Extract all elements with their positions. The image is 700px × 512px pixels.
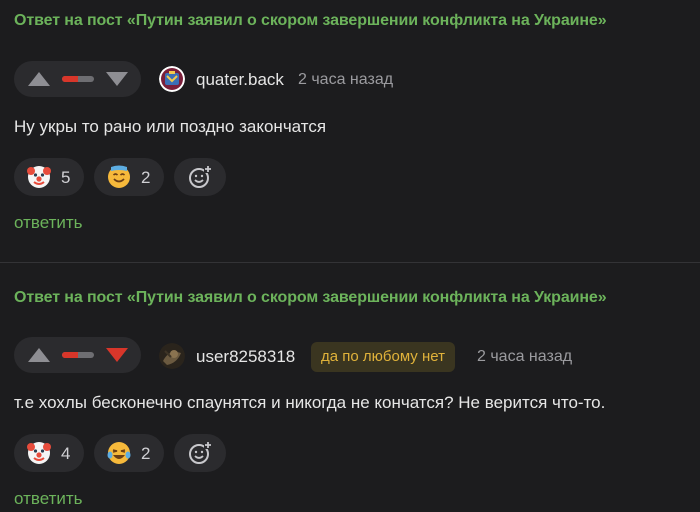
comment: Ответ на пост «Путин заявил о скором зав… (0, 0, 700, 262)
clown-face-emoji (27, 166, 51, 188)
reply-link[interactable]: ответить (14, 489, 83, 509)
reaction-count: 2 (141, 168, 151, 187)
vote-widget (14, 61, 141, 97)
add-emoji-icon (189, 441, 212, 464)
comment-text: Ну укры то рано или поздно закончатся (14, 117, 327, 136)
add-reaction-button[interactable] (174, 434, 226, 472)
upvote-icon[interactable] (28, 72, 50, 86)
reaction-count: 2 (141, 444, 151, 463)
username[interactable]: user8258318 (196, 347, 295, 367)
avatar[interactable] (159, 343, 185, 369)
reaction-button[interactable]: 4 (14, 434, 84, 472)
reaction-button[interactable]: 5 (14, 158, 84, 196)
smiling-face-sweat-emoji (108, 165, 130, 188)
reply-link[interactable]: ответить (14, 213, 83, 233)
parent-post-link[interactable]: Ответ на пост «Путин заявил о скором зав… (14, 289, 607, 307)
reaction-button[interactable]: 2 (94, 434, 164, 472)
parent-post-link[interactable]: Ответ на пост «Путин заявил о скором зав… (14, 12, 607, 30)
avatar[interactable] (159, 66, 185, 92)
username[interactable]: quater.back (196, 70, 284, 90)
rating-bar-fill (62, 76, 78, 82)
reaction-count: 4 (61, 444, 71, 463)
comment-text: т.е хохлы бесконечно спаунятся и никогда… (14, 393, 606, 412)
downvote-icon[interactable] (106, 348, 128, 362)
reaction-button[interactable]: 2 (94, 158, 164, 196)
comment: Ответ на пост «Путин заявил о скором зав… (0, 262, 700, 512)
add-reaction-button[interactable] (174, 158, 226, 196)
laughing-tears-emoji (107, 442, 131, 464)
clown-face-emoji (27, 442, 51, 464)
vote-widget (14, 337, 141, 373)
timestamp[interactable]: 2 часа назад (477, 348, 572, 366)
rating-bar (62, 76, 94, 82)
rating-bar-fill (62, 352, 78, 358)
user-note-badge[interactable]: да по любому нет (311, 342, 455, 372)
upvote-icon[interactable] (28, 348, 50, 362)
rating-bar (62, 352, 94, 358)
reaction-count: 5 (61, 168, 71, 187)
add-emoji-icon (189, 165, 212, 188)
timestamp[interactable]: 2 часа назад (298, 71, 393, 89)
downvote-icon[interactable] (106, 72, 128, 86)
